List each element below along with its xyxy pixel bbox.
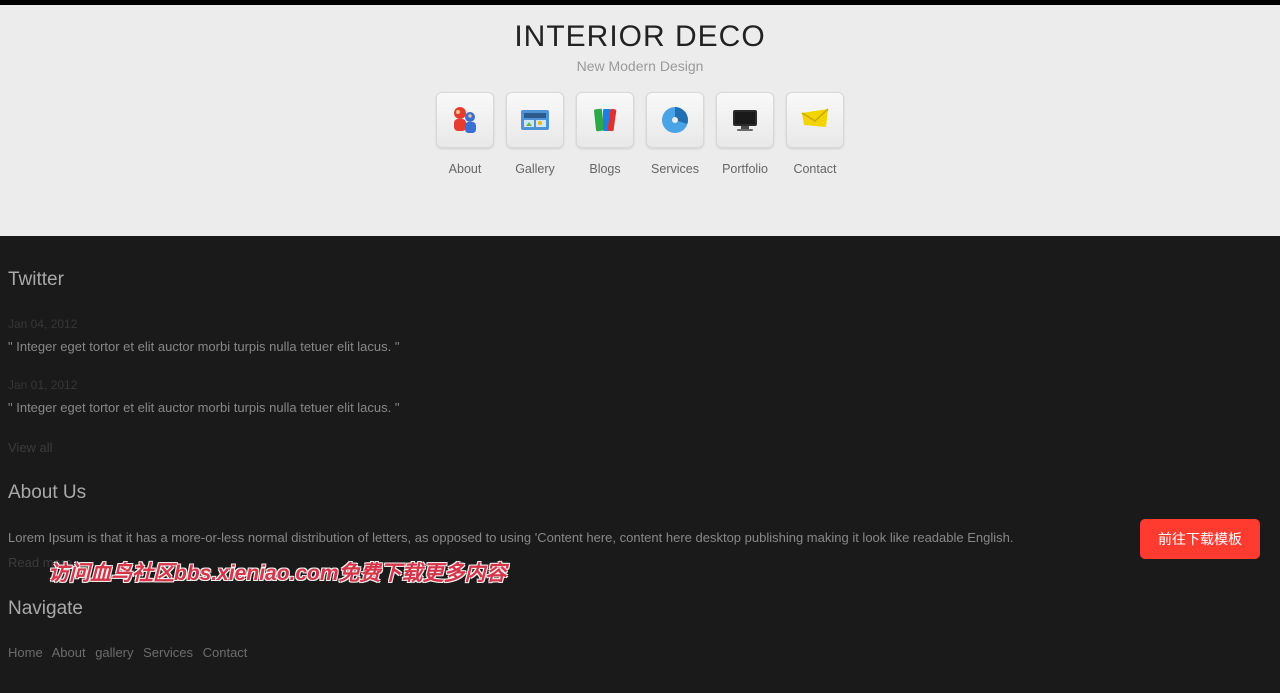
nav-blogs[interactable]: Blogs bbox=[575, 92, 635, 176]
site-subtitle: New Modern Design bbox=[0, 58, 1280, 74]
tweet-date: Jan 04, 2012 bbox=[8, 315, 1272, 333]
nav-portfolio[interactable]: Portfolio bbox=[715, 92, 775, 176]
nav-label: Contact bbox=[793, 162, 836, 176]
navigate-link-gallery[interactable]: gallery bbox=[95, 645, 133, 660]
navigate-link-about[interactable]: About bbox=[52, 645, 86, 660]
nav-contact[interactable]: Contact bbox=[785, 92, 845, 176]
about-heading: About Us bbox=[8, 479, 1272, 508]
gallery-icon bbox=[506, 92, 564, 148]
about-text: Lorem Ipsum is that it has a more-or-les… bbox=[8, 528, 1272, 548]
tweet: Jan 04, 2012 " Integer eget tortor et el… bbox=[8, 315, 1272, 357]
tweet: Jan 01, 2012 " Integer eget tortor et el… bbox=[8, 376, 1272, 418]
tweet-date: Jan 01, 2012 bbox=[8, 376, 1272, 394]
services-icon bbox=[646, 92, 704, 148]
about-read-more-link[interactable]: Read more bbox=[8, 553, 72, 573]
nav-services[interactable]: Services bbox=[645, 92, 705, 176]
twitter-heading: Twitter bbox=[8, 266, 1272, 295]
navigate-link-home[interactable]: Home bbox=[8, 645, 43, 660]
tweet-text: " Integer eget tortor et elit auctor mor… bbox=[8, 337, 1272, 357]
nav-about[interactable]: About bbox=[435, 92, 495, 176]
nav-label: About bbox=[449, 162, 482, 176]
header: INTERIOR DECO New Modern Design About bbox=[0, 5, 1280, 236]
tweet-text: " Integer eget tortor et elit auctor mor… bbox=[8, 398, 1272, 418]
nav-label: Blogs bbox=[589, 162, 620, 176]
site-title: INTERIOR DECO bbox=[0, 20, 1280, 54]
blogs-icon bbox=[576, 92, 634, 148]
contact-icon bbox=[786, 92, 844, 148]
nav-label: Portfolio bbox=[722, 162, 768, 176]
nav-gallery[interactable]: Gallery bbox=[505, 92, 565, 176]
about-icon bbox=[436, 92, 494, 148]
navigate-link-contact[interactable]: Contact bbox=[203, 645, 248, 660]
navigate-links: Home About gallery Services Contact bbox=[8, 643, 1272, 663]
navigate-link-services[interactable]: Services bbox=[143, 645, 193, 660]
twitter-view-all-link[interactable]: View all bbox=[8, 438, 53, 458]
download-template-button[interactable]: 前往下载模板 bbox=[1140, 519, 1260, 559]
footer: Twitter Jan 04, 2012 " Integer eget tort… bbox=[0, 236, 1280, 693]
portfolio-icon bbox=[716, 92, 774, 148]
nav-label: Services bbox=[651, 162, 699, 176]
main-nav: About Gallery bbox=[0, 92, 1280, 176]
nav-label: Gallery bbox=[515, 162, 555, 176]
